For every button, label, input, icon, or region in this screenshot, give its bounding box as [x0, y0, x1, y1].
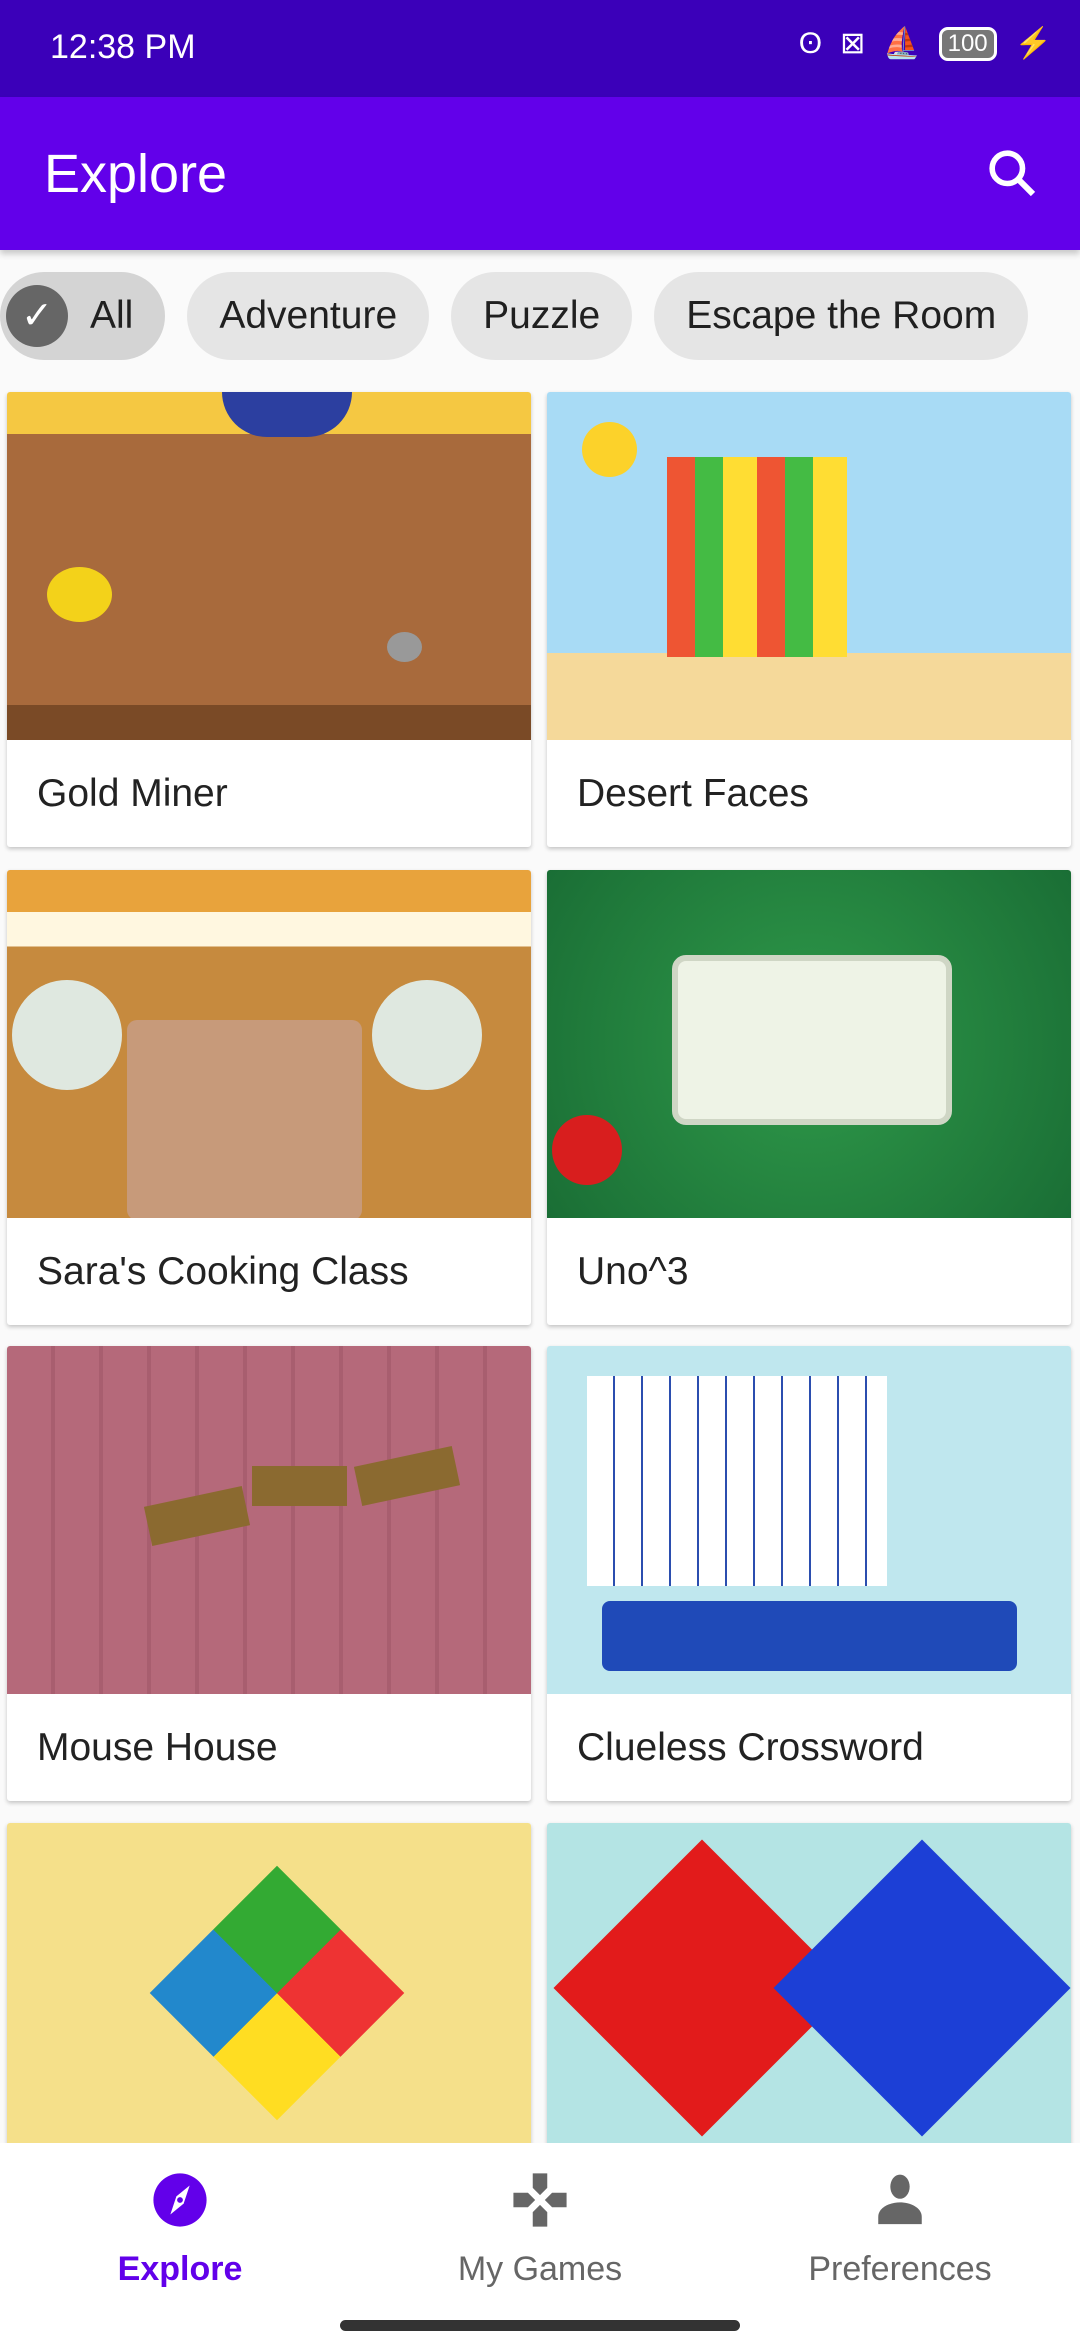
- search-icon[interactable]: [984, 145, 1040, 201]
- bottom-navigation: Explore My Games Preferences: [0, 2143, 1080, 2340]
- home-indicator[interactable]: [340, 2320, 740, 2331]
- chip-adventure[interactable]: Adventure: [187, 272, 430, 360]
- battery-icon: 100: [938, 26, 997, 61]
- game-title: Uno^3: [577, 1250, 689, 1293]
- chip-escape-the-room[interactable]: Escape the Room: [654, 272, 1029, 360]
- chip-puzzle[interactable]: Puzzle: [451, 272, 633, 360]
- game-card-rubiks-cube[interactable]: [7, 1823, 531, 2171]
- page-title: Explore: [44, 144, 228, 204]
- nav-label: Preferences: [808, 2250, 992, 2288]
- game-thumbnail: [547, 870, 1071, 1218]
- game-card-uno3[interactable]: Uno^3: [547, 870, 1071, 1325]
- compass-icon: [153, 2173, 207, 2227]
- game-thumbnail: [547, 1823, 1071, 2171]
- game-title: Desert Faces: [577, 772, 809, 815]
- game-thumbnail: [547, 392, 1071, 740]
- game-card-saras-cooking-class[interactable]: Sara's Cooking Class: [7, 870, 531, 1325]
- game-card-clueless-crossword[interactable]: Clueless Crossword: [547, 1346, 1071, 1801]
- game-title: Gold Miner: [37, 772, 228, 815]
- sailboat-icon: ⛵: [883, 27, 921, 60]
- check-icon: ✓: [6, 285, 68, 347]
- game-thumbnail: [7, 870, 531, 1218]
- game-title: Sara's Cooking Class: [37, 1250, 409, 1293]
- game-thumbnail: [7, 392, 531, 740]
- game-card-mouse-house[interactable]: Mouse House: [7, 1346, 531, 1801]
- status-bar: 12:38 PM ʘ ⊠ ⛵ 100 ⚡: [0, 0, 1080, 97]
- game-card-gold-miner[interactable]: Gold Miner: [7, 392, 531, 847]
- nav-label: Explore: [117, 2250, 243, 2288]
- status-time: 12:38 PM: [50, 28, 196, 66]
- sim-icon: ⊠: [840, 27, 866, 60]
- nav-explore[interactable]: Explore: [30, 2171, 330, 2289]
- game-thumbnail: [7, 1823, 531, 2171]
- category-chips: ✓ All Adventure Puzzle Escape the Room: [0, 272, 1080, 362]
- game-title: Mouse House: [37, 1726, 278, 1769]
- notification-icon: ʘ: [798, 26, 823, 60]
- app-bar: Explore: [0, 97, 1080, 250]
- charging-icon: ⚡: [1014, 27, 1052, 60]
- chip-all[interactable]: ✓ All: [0, 272, 166, 360]
- nav-my-games[interactable]: My Games: [390, 2171, 690, 2289]
- game-thumbnail: [547, 1346, 1071, 1694]
- nav-preferences[interactable]: Preferences: [750, 2171, 1050, 2289]
- game-card-arrows[interactable]: [547, 1823, 1071, 2171]
- chip-label: All: [90, 294, 134, 337]
- gamepad-icon: [513, 2173, 567, 2227]
- nav-label: My Games: [457, 2250, 623, 2288]
- game-card-desert-faces[interactable]: Desert Faces: [547, 392, 1071, 847]
- person-icon: [878, 2174, 922, 2225]
- game-title: Clueless Crossword: [577, 1726, 924, 1769]
- game-thumbnail: [7, 1346, 531, 1694]
